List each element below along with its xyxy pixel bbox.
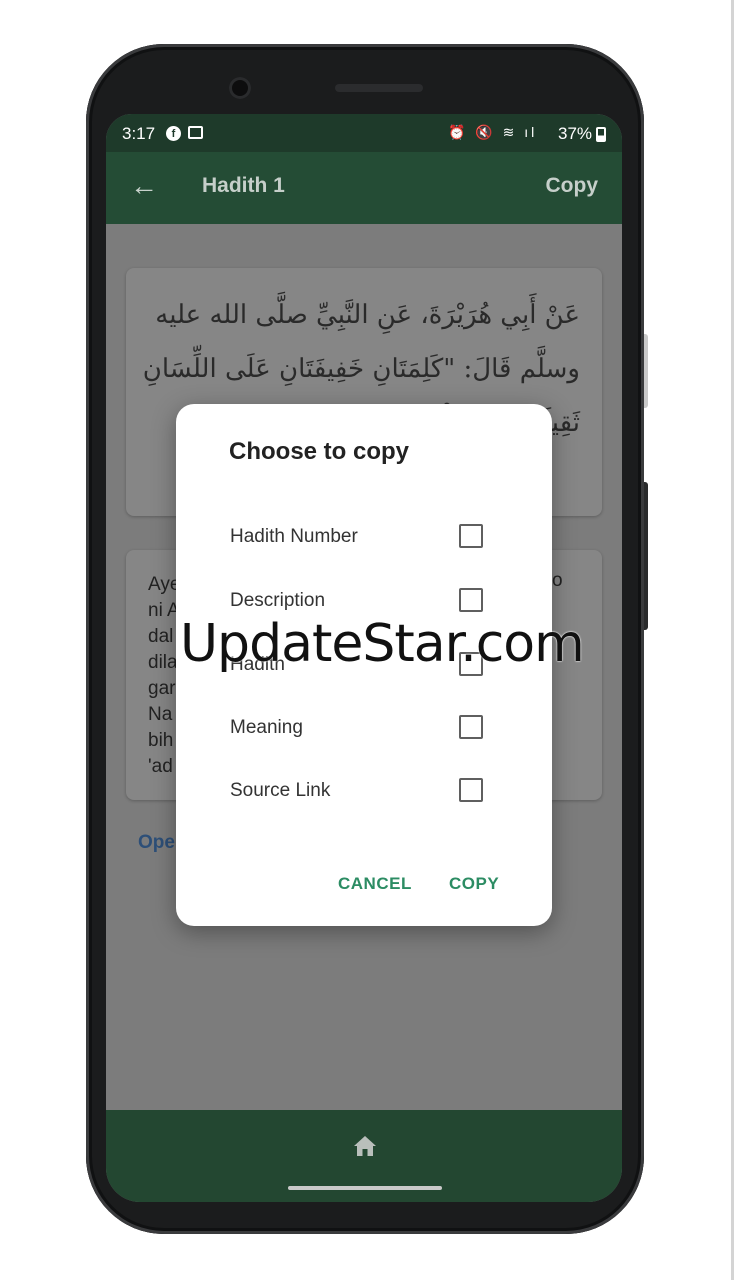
- option-label: Description: [230, 590, 326, 611]
- front-camera: [229, 77, 251, 99]
- page-title: Hadith 1: [202, 174, 285, 197]
- translation-tail: o: [552, 570, 563, 591]
- option-source-link[interactable]: Source Link: [176, 764, 552, 824]
- app-bar: ← Hadith 1 Copy: [106, 152, 622, 224]
- status-time: 3:17: [122, 124, 156, 143]
- copy-button[interactable]: COPY: [449, 874, 499, 894]
- option-meaning[interactable]: Meaning: [176, 701, 552, 761]
- battery-icon: [596, 127, 606, 142]
- open-source-link[interactable]: Ope: [138, 832, 175, 854]
- back-arrow-icon[interactable]: ←: [130, 170, 158, 202]
- home-icon[interactable]: [352, 1134, 378, 1158]
- gallery-icon: [188, 126, 203, 139]
- option-hadith-number[interactable]: Hadith Number: [176, 510, 552, 570]
- checkbox[interactable]: [459, 524, 483, 548]
- option-label: Source Link: [230, 780, 331, 801]
- option-label: Hadith Number: [230, 526, 358, 547]
- battery-percent: 37%: [558, 124, 593, 143]
- checkbox[interactable]: [459, 778, 483, 802]
- dialog-title: Choose to copy: [229, 438, 410, 465]
- option-label: Meaning: [230, 717, 303, 738]
- checkbox[interactable]: [459, 715, 483, 739]
- checkbox[interactable]: [459, 588, 483, 612]
- earpiece-speaker: [335, 84, 423, 92]
- status-bar: 3:17 f ⏰ 🔇 ≋ ıl 37%: [106, 114, 622, 152]
- watermark-text: UpdateStar.com: [180, 614, 585, 674]
- facebook-icon: f: [166, 126, 181, 141]
- status-icons: ⏰ 🔇 ≋ ıl: [448, 124, 538, 140]
- bottom-nav-bar: [106, 1110, 622, 1202]
- cancel-button[interactable]: CANCEL: [338, 874, 412, 894]
- copy-action-button[interactable]: Copy: [546, 174, 599, 198]
- gesture-bar: [288, 1186, 442, 1190]
